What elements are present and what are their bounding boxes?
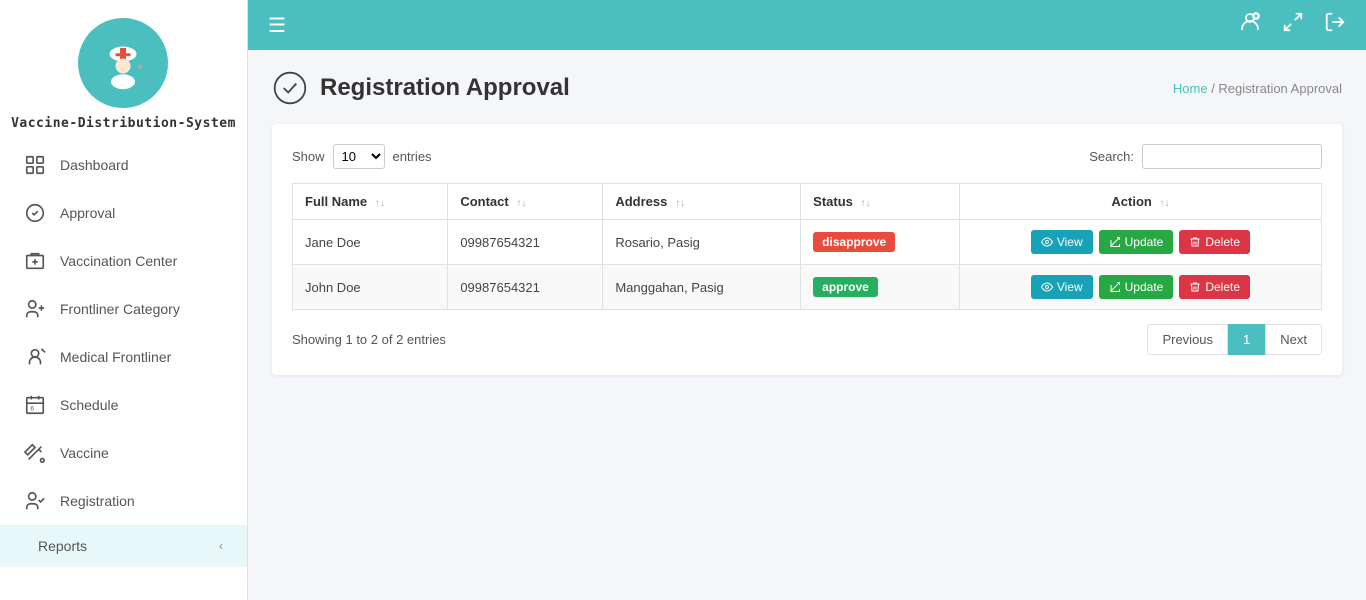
entries-select[interactable]: 10 25 50 100 bbox=[333, 144, 385, 169]
fullscreen-icon[interactable] bbox=[1282, 11, 1304, 39]
col-contact: Contact ↑↓ bbox=[448, 184, 603, 220]
table-body: Jane Doe 09987654321 Rosario, Pasig disa… bbox=[293, 220, 1322, 310]
sort-action-icon[interactable]: ↑↓ bbox=[1159, 198, 1169, 209]
page-header: Registration Approval Home / Registratio… bbox=[272, 70, 1342, 106]
breadcrumb: Home / Registration Approval bbox=[1173, 81, 1342, 96]
sidebar-item-vaccination-center-label: Vaccination Center bbox=[60, 253, 177, 269]
cell-action: View Update Delete bbox=[959, 220, 1321, 265]
cell-fullname: Jane Doe bbox=[293, 220, 448, 265]
show-label: Show bbox=[292, 149, 325, 164]
sidebar-item-medical-frontliner-label: Medical Frontliner bbox=[60, 349, 171, 365]
cell-status: approve bbox=[801, 265, 960, 310]
col-address: Address ↑↓ bbox=[603, 184, 801, 220]
col-action: Action ↑↓ bbox=[959, 184, 1321, 220]
status-badge: disapprove bbox=[813, 232, 895, 252]
table-row: John Doe 09987654321 Manggahan, Pasig ap… bbox=[293, 265, 1322, 310]
cell-action: View Update Delete bbox=[959, 265, 1321, 310]
cell-address: Rosario, Pasig bbox=[603, 220, 801, 265]
sidebar-logo: Vaccine-Distribution-System bbox=[11, 0, 236, 141]
sidebar-item-vaccination-center[interactable]: Vaccination Center bbox=[0, 237, 247, 285]
view-button[interactable]: View bbox=[1031, 230, 1093, 254]
table-controls: Show 10 25 50 100 entries Search: bbox=[292, 144, 1322, 169]
breadcrumb-home[interactable]: Home bbox=[1173, 81, 1208, 96]
search-label: Search: bbox=[1089, 149, 1134, 164]
chevron-left-icon: ‹ bbox=[219, 539, 223, 553]
sort-address-icon[interactable]: ↑↓ bbox=[675, 198, 685, 209]
breadcrumb-current: Registration Approval bbox=[1218, 81, 1342, 96]
search-input[interactable] bbox=[1142, 144, 1322, 169]
entries-label: entries bbox=[393, 149, 432, 164]
search-row: Search: bbox=[1089, 144, 1322, 169]
page-1-button[interactable]: 1 bbox=[1228, 324, 1265, 355]
sort-status-icon[interactable]: ↑↓ bbox=[861, 198, 871, 209]
col-status: Status ↑↓ bbox=[801, 184, 960, 220]
view-button[interactable]: View bbox=[1031, 275, 1093, 299]
svg-text:6: 6 bbox=[30, 406, 34, 413]
logout-icon[interactable] bbox=[1324, 11, 1346, 39]
data-table: Full Name ↑↓ Contact ↑↓ Address ↑↓ Statu… bbox=[292, 183, 1322, 310]
topbar: ☰ bbox=[248, 0, 1366, 50]
sidebar-item-frontliner-category[interactable]: Frontliner Category bbox=[0, 285, 247, 333]
pagination: Previous 1 Next bbox=[1147, 324, 1322, 355]
main-area: ☰ bbox=[248, 0, 1366, 600]
cell-contact: 09987654321 bbox=[448, 265, 603, 310]
sidebar: Vaccine-Distribution-System Dashboard Ap… bbox=[0, 0, 248, 600]
page-title: Registration Approval bbox=[320, 74, 570, 102]
sidebar-item-reports-label: Reports bbox=[38, 538, 87, 554]
table-header-row: Full Name ↑↓ Contact ↑↓ Address ↑↓ Statu… bbox=[293, 184, 1322, 220]
sidebar-item-dashboard-label: Dashboard bbox=[60, 157, 129, 173]
table-footer: Showing 1 to 2 of 2 entries Previous 1 N… bbox=[292, 324, 1322, 355]
cell-fullname: John Doe bbox=[293, 265, 448, 310]
main-card: Show 10 25 50 100 entries Search: bbox=[272, 124, 1342, 375]
update-button[interactable]: Update bbox=[1099, 230, 1174, 254]
topbar-icons bbox=[1238, 10, 1346, 40]
sidebar-item-medical-frontliner[interactable]: Medical Frontliner bbox=[0, 333, 247, 381]
showing-info: Showing 1 to 2 of 2 entries bbox=[292, 332, 446, 347]
cell-status: disapprove bbox=[801, 220, 960, 265]
sort-fullname-icon[interactable]: ↑↓ bbox=[375, 198, 385, 209]
delete-button[interactable]: Delete bbox=[1179, 275, 1250, 299]
col-fullname: Full Name ↑↓ bbox=[293, 184, 448, 220]
cell-contact: 09987654321 bbox=[448, 220, 603, 265]
cell-address: Manggahan, Pasig bbox=[603, 265, 801, 310]
sidebar-item-vaccine-label: Vaccine bbox=[60, 445, 109, 461]
hamburger-menu-icon[interactable]: ☰ bbox=[268, 13, 286, 38]
delete-button[interactable]: Delete bbox=[1179, 230, 1250, 254]
sort-contact-icon[interactable]: ↑↓ bbox=[516, 198, 526, 209]
sidebar-item-dashboard[interactable]: Dashboard bbox=[0, 141, 247, 189]
sidebar-navigation: Dashboard Approval Vaccination Center Fr… bbox=[0, 141, 247, 600]
sidebar-item-approval-label: Approval bbox=[60, 205, 115, 221]
sidebar-item-registration-label: Registration bbox=[60, 493, 135, 509]
logo-title: Vaccine-Distribution-System bbox=[11, 116, 236, 131]
logo-icon bbox=[78, 18, 168, 108]
status-badge: approve bbox=[813, 277, 878, 297]
sidebar-item-registration[interactable]: Registration bbox=[0, 477, 247, 525]
registration-approval-icon bbox=[272, 70, 308, 106]
previous-button[interactable]: Previous bbox=[1147, 324, 1228, 355]
sidebar-item-frontliner-category-label: Frontliner Category bbox=[60, 301, 180, 317]
page-title-row: Registration Approval bbox=[272, 70, 570, 106]
update-button[interactable]: Update bbox=[1099, 275, 1174, 299]
sidebar-item-schedule[interactable]: 6 Schedule bbox=[0, 381, 247, 429]
sidebar-item-reports[interactable]: Reports ‹ bbox=[0, 525, 247, 567]
show-entries: Show 10 25 50 100 entries bbox=[292, 144, 432, 169]
sidebar-item-approval[interactable]: Approval bbox=[0, 189, 247, 237]
table-row: Jane Doe 09987654321 Rosario, Pasig disa… bbox=[293, 220, 1322, 265]
page-content: Registration Approval Home / Registratio… bbox=[248, 50, 1366, 600]
user-settings-icon[interactable] bbox=[1238, 10, 1262, 40]
sidebar-item-vaccine[interactable]: Vaccine bbox=[0, 429, 247, 477]
next-button[interactable]: Next bbox=[1265, 324, 1322, 355]
sidebar-item-schedule-label: Schedule bbox=[60, 397, 118, 413]
